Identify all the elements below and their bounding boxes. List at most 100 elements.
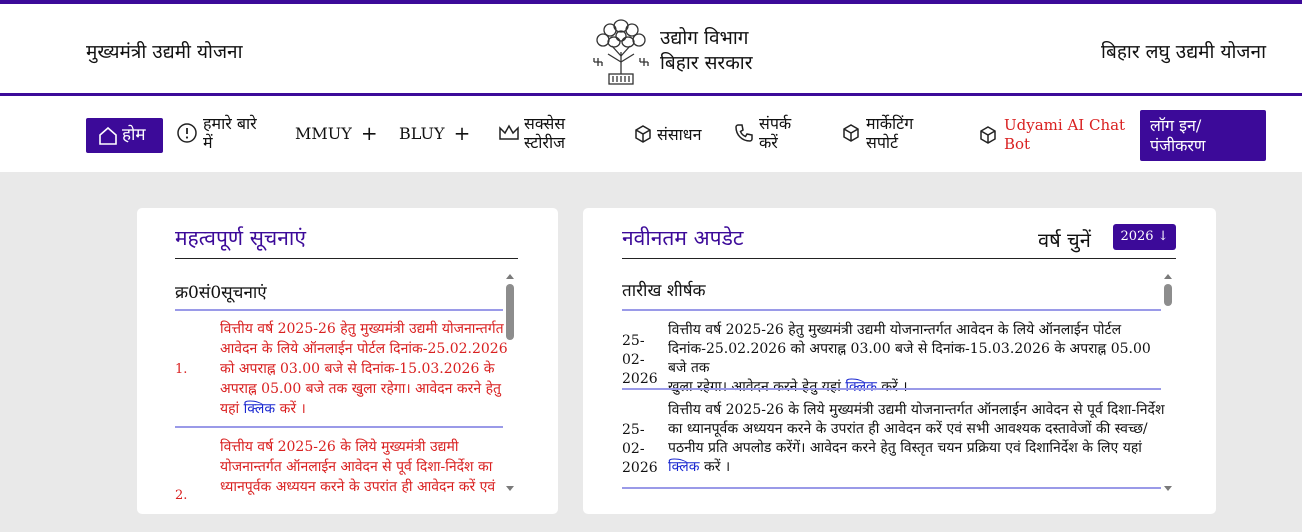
row-divider bbox=[622, 388, 1161, 390]
main-navigation: होम हमारे बारे में MMUY + BLUY + सक्सेस … bbox=[0, 96, 1302, 172]
site-header: मुख्यमंत्री उद्यमी योजना उद्योग विभाग बि… bbox=[0, 4, 1302, 96]
updates-column-header: तारीख शीर्षक bbox=[622, 281, 706, 301]
update-date-line: 2026 bbox=[622, 371, 658, 387]
notices-title: महत्वपूर्ण सूचनाएं bbox=[175, 226, 306, 250]
updates-title: नवीनतम अपडेट bbox=[622, 226, 744, 250]
notices-title-rule bbox=[175, 258, 518, 259]
notice-number: 1. bbox=[175, 362, 188, 377]
bihar-emblem-icon bbox=[593, 19, 649, 85]
update-click-link[interactable]: क्लिक bbox=[668, 459, 700, 475]
nav-success-line1: सक्सेस bbox=[524, 114, 566, 133]
update-date: 25-02- 2026 bbox=[622, 332, 658, 389]
nav-chatbot-line1: Udyami AI Chat bbox=[1004, 116, 1126, 134]
update-date-line: 2026 bbox=[622, 460, 658, 476]
department-name: उद्योग विभाग बिहार सरकार bbox=[660, 26, 753, 76]
scroll-up-arrow-icon[interactable] bbox=[506, 274, 514, 279]
update-text: वित्तीय वर्ष 2025-26 हेतु मुख्यमंत्री उद… bbox=[668, 321, 1168, 397]
nav-contact[interactable]: संपर्क करें bbox=[733, 114, 791, 152]
cube-icon bbox=[635, 125, 651, 143]
login-register-button[interactable]: लॉग इन/ पंजीकरण bbox=[1140, 110, 1266, 161]
plus-icon: + bbox=[453, 121, 471, 145]
updates-scrollbar[interactable] bbox=[1164, 272, 1172, 492]
home-icon bbox=[99, 126, 117, 145]
nav-contact-line1: संपर्क bbox=[759, 114, 792, 133]
nav-about-line2: में bbox=[203, 133, 213, 152]
scroll-thumb[interactable] bbox=[1164, 284, 1172, 306]
nav-bluy-label: BLUY bbox=[399, 124, 445, 143]
update-line-text: करें । bbox=[699, 459, 731, 475]
notice-line: अपराह्न 05.00 बजे तक खुला रहेगा। आवेदन क… bbox=[220, 381, 502, 397]
mmuy-header-link[interactable]: मुख्यमंत्री उद्यमी योजना bbox=[86, 38, 243, 64]
notices-header-rule bbox=[175, 309, 503, 311]
updates-panel: नवीनतम अपडेट वर्ष चुनें 2026 ↓ तारीख शीर… bbox=[583, 208, 1216, 514]
nav-contact-line2: करें bbox=[759, 133, 778, 152]
notice-click-link[interactable]: क्लिक bbox=[244, 401, 276, 417]
notice-line: योजनान्तर्गत ऑनलाईन आवेदन से पूर्व दिशा-… bbox=[220, 459, 493, 475]
nav-chatbot[interactable]: Udyami AI Chat Bot bbox=[978, 116, 1125, 154]
bluy-header-link[interactable]: बिहार लघु उद्यमी योजना bbox=[1101, 38, 1266, 64]
nav-resources-label: संसाधन bbox=[657, 124, 702, 144]
nav-success-line2: स्टोरीज bbox=[524, 133, 565, 152]
notice-line: आवेदन के लिये ऑनलाईन पोर्टल दिनांक-25.02… bbox=[220, 341, 508, 357]
notice-line: वित्तीय वर्ष 2025-26 हेतु मुख्यमंत्री उद… bbox=[220, 321, 504, 337]
update-click-link[interactable]: क्लिक bbox=[845, 379, 877, 395]
update-line-text: खुला रहेगा। आवेदन करने हेतु यहां bbox=[668, 379, 846, 395]
scroll-down-arrow-icon[interactable] bbox=[1164, 486, 1172, 491]
nav-marketing-line1: मार्केटिंग bbox=[866, 114, 914, 133]
year-select-dropdown[interactable]: 2026 ↓ bbox=[1113, 224, 1176, 250]
notices-scrollbar[interactable] bbox=[506, 272, 514, 492]
crown-icon bbox=[499, 124, 519, 140]
nav-home[interactable]: होम bbox=[86, 118, 163, 153]
scroll-thumb[interactable] bbox=[506, 284, 514, 340]
notice-line-text: यहां bbox=[220, 401, 244, 417]
cube-icon bbox=[980, 126, 996, 144]
nav-mmuy-label: MMUY bbox=[295, 124, 352, 143]
nav-about[interactable]: हमारे बारे में bbox=[176, 114, 257, 152]
notices-panel: महत्वपूर्ण सूचनाएं क्र0सं0सूचनाएं 1. वित… bbox=[137, 208, 558, 514]
nav-marketing-line2: सपोर्ट bbox=[866, 133, 899, 152]
phone-icon bbox=[735, 124, 753, 142]
update-line: वित्तीय वर्ष 2025-26 हेतु मुख्यमंत्री उद… bbox=[668, 322, 1122, 338]
notice-number: 2. bbox=[175, 488, 188, 503]
updates-title-rule bbox=[622, 258, 1176, 259]
dept-line-2: बिहार सरकार bbox=[660, 52, 753, 74]
nav-resources[interactable]: संसाधन bbox=[633, 124, 702, 144]
info-circle-icon bbox=[177, 123, 197, 143]
row-divider bbox=[622, 487, 1161, 489]
notice-line: को अपराह्न 03.00 बजे से दिनांक-15.03.202… bbox=[220, 361, 495, 377]
nav-about-line1: हमारे बारे bbox=[203, 114, 257, 133]
nav-success-stories[interactable]: सक्सेस स्टोरीज bbox=[498, 114, 565, 152]
notice-line: वित्तीय वर्ष 2025-26 के लिये मुख्यमंत्री… bbox=[220, 439, 459, 455]
notice-line: ध्यानपूर्वक अध्ययन करने के उपरांत ही आवे… bbox=[220, 479, 496, 495]
cube-icon bbox=[843, 124, 859, 142]
plus-icon: + bbox=[360, 121, 378, 145]
update-text: वित्तीय वर्ष 2025-26 के लिये मुख्यमंत्री… bbox=[668, 401, 1168, 477]
notice-text: वित्तीय वर्ष 2025-26 हेतु मुख्यमंत्री उद… bbox=[220, 319, 510, 419]
update-line: पठनीय प्रति अपलोड करेंगें। आवेदन करने हे… bbox=[668, 440, 1142, 456]
update-date: 25-02- 2026 bbox=[622, 421, 658, 478]
update-line: वित्तीय वर्ष 2025-26 के लिये मुख्यमंत्री… bbox=[668, 402, 1165, 418]
scroll-down-arrow-icon[interactable] bbox=[506, 486, 514, 491]
login-line2: पंजीकरण bbox=[1150, 135, 1206, 155]
nav-bluy[interactable]: BLUY + bbox=[399, 121, 471, 145]
scroll-up-arrow-icon[interactable] bbox=[1164, 274, 1172, 279]
update-date-line: 25-02- bbox=[622, 422, 645, 457]
update-line: का ध्यानपूर्वक अध्ययन करने के उपरांत ही … bbox=[668, 421, 1148, 437]
update-line: दिनांक-25.02.2026 को अपराह्न 03.00 बजे स… bbox=[668, 341, 1151, 376]
year-select-label: वर्ष चुनें bbox=[1038, 228, 1091, 252]
notice-line-text: करें । bbox=[275, 401, 306, 417]
nav-chatbot-line2: Bot bbox=[1004, 135, 1031, 153]
notices-column-header: क्र0सं0सूचनाएं bbox=[175, 283, 267, 303]
update-line-text: करें । bbox=[876, 379, 908, 395]
nav-marketing-support[interactable]: मार्केटिंग सपोर्ट bbox=[841, 114, 913, 152]
notice-line: यहां क्लिक करें । bbox=[220, 399, 510, 419]
row-divider bbox=[175, 426, 503, 428]
update-date-line: 25-02- bbox=[622, 333, 645, 368]
dept-line-1: उद्योग विभाग bbox=[660, 27, 749, 49]
updates-header-rule bbox=[622, 309, 1161, 311]
nav-mmuy[interactable]: MMUY + bbox=[295, 121, 378, 145]
login-line1: लॉग इन/ bbox=[1150, 115, 1202, 135]
update-line: क्लिक करें । bbox=[668, 458, 1168, 477]
notice-text: वित्तीय वर्ष 2025-26 के लिये मुख्यमंत्री… bbox=[220, 437, 510, 497]
nav-home-label: होम bbox=[122, 125, 146, 145]
